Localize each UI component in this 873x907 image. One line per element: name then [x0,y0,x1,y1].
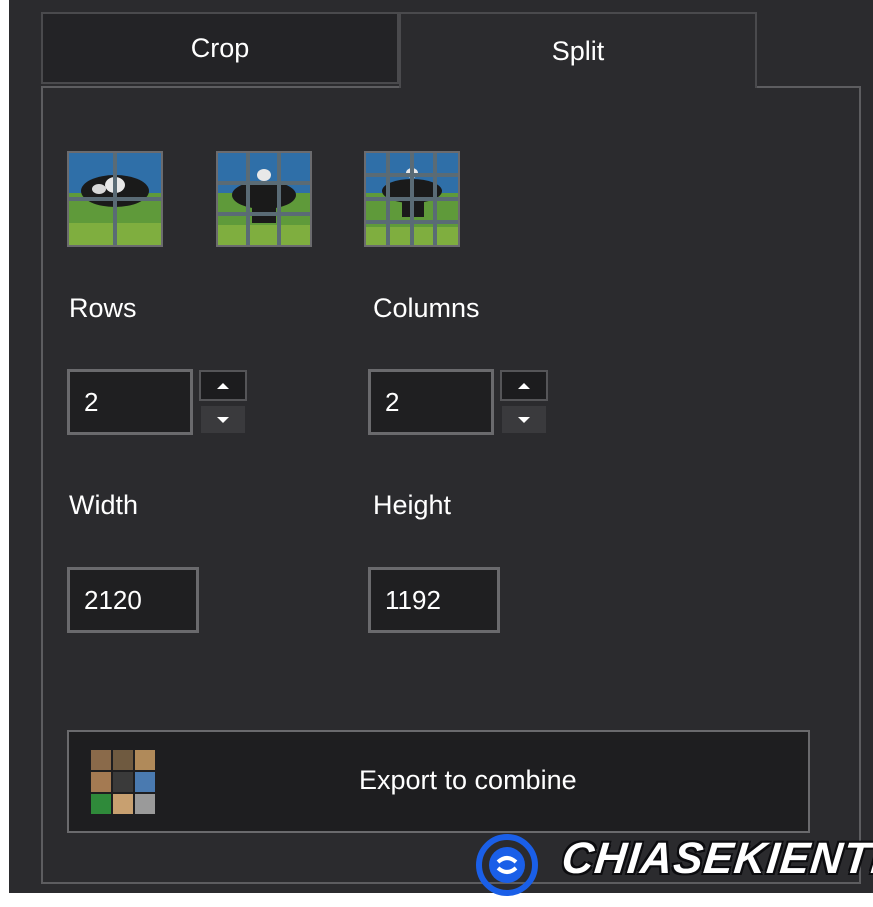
export-to-combine-button[interactable]: Export to combine [67,730,810,833]
columns-label: Columns [373,293,480,323]
columns-decrement-button[interactable] [500,404,548,435]
tab-split-label: Split [551,35,605,66]
grid-3x3-icon [218,153,310,245]
watermark-text: CHIASEKIENTHUC [559,834,873,883]
grid-2x2-icon [69,153,161,245]
preset-2x2-button[interactable] [67,151,163,247]
height-label: Height [373,490,452,520]
tab-crop-label: Crop [190,32,250,63]
rows-input[interactable] [67,369,193,435]
arrow-up-icon [518,382,530,389]
watermark: CHIASEKIENTHUC [476,826,873,898]
watermark-logo-icon [476,834,538,896]
rows-label: Rows [69,293,137,323]
tab-split[interactable]: Split [399,12,757,88]
columns-input[interactable] [368,369,494,435]
preset-4x4-button[interactable] [364,151,460,247]
width-label: Width [69,490,139,520]
image-grid-icon [91,750,155,814]
grid-4x4-icon [366,153,458,245]
arrow-down-icon [217,416,229,423]
rows-stepper [199,370,247,436]
columns-stepper [500,370,548,436]
arrow-down-icon [518,416,530,423]
columns-increment-button[interactable] [500,370,548,401]
width-input[interactable] [67,567,199,633]
height-input[interactable] [368,567,500,633]
tab-crop[interactable]: Crop [41,12,399,84]
export-to-combine-label: Export to combine [359,765,577,795]
rows-decrement-button[interactable] [199,404,247,435]
window-frame-left [0,0,9,907]
preset-3x3-button[interactable] [216,151,312,247]
rows-increment-button[interactable] [199,370,247,401]
arrow-up-icon [217,382,229,389]
